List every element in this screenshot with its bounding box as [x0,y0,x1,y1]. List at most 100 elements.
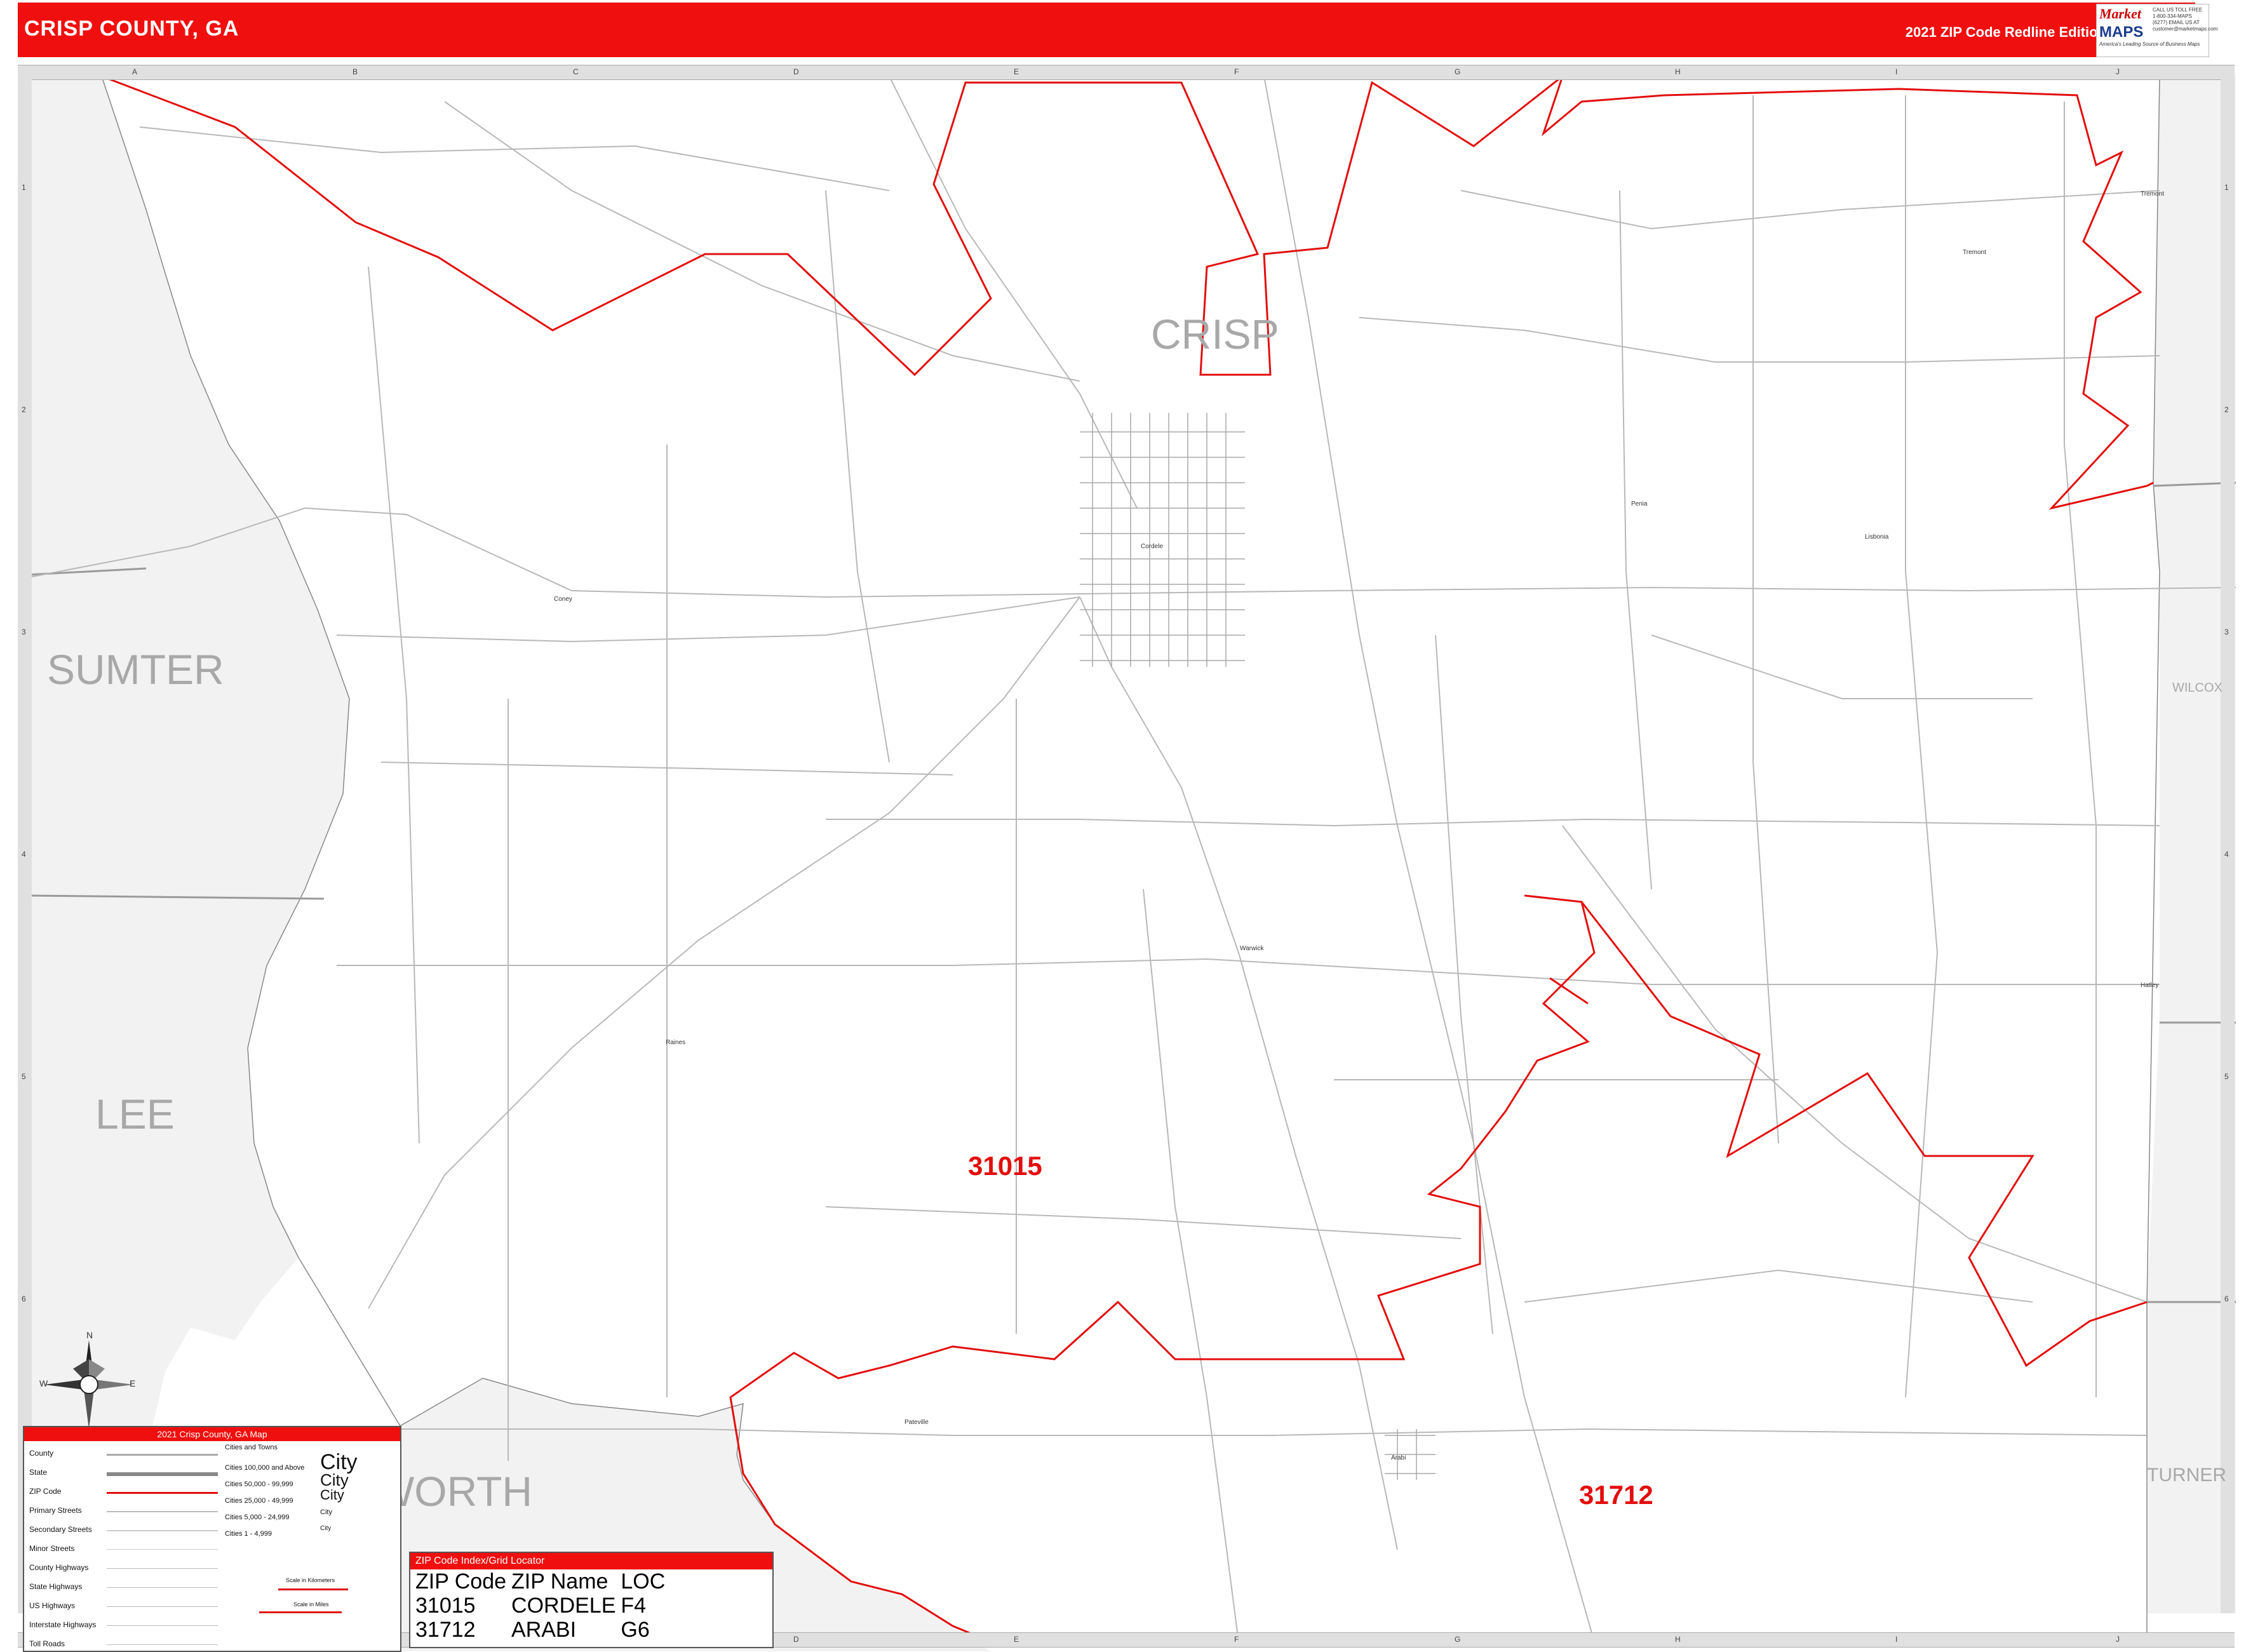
county-label-crisp: CRISP [1151,311,1279,358]
zip-index-name: ARABI [511,1618,577,1642]
grid-column-label: D [793,67,799,76]
grid-row-label: 1 [2224,183,2229,192]
zip-label-31712: 31712 [1579,1480,1653,1510]
legend-sym-zip [107,1492,218,1494]
legend-scale-km: Scale in Kilometers [286,1577,335,1583]
zip-index-row: 31712 ARABI G6 [413,1618,668,1642]
map-legend: 2021 Crisp County, GA Map County State Z… [23,1426,401,1652]
zip-index-grid: ZIP Code ZIP Name LOC 31015 CORDELE F4 3… [413,1569,668,1642]
grid-column-label: I [1895,1635,1898,1644]
zip-index-code: 31712 [415,1618,476,1642]
compass-n: N [86,1330,93,1340]
legend-county-hwy: County Highways [29,1563,89,1572]
compass-w: W [39,1378,48,1388]
place-tremont: Tremont [1963,249,1986,256]
legend-sym-secondary [107,1530,218,1531]
legend-class-1: Cities 100,000 and Above [225,1464,305,1472]
county-label-turner: TURNER [2147,1465,2226,1486]
place-penia: Penia [1631,500,1648,507]
grid-row-label: 4 [22,850,26,859]
legend-scalebar-km [278,1588,348,1590]
legend-scale-mi: Scale in Miles [293,1601,329,1608]
legend-sym-toll [107,1644,218,1645]
zip-index-header: ZIP Name [511,1569,609,1594]
crisp-county-area [100,76,2160,1642]
legend-sym-county-hwy [107,1568,218,1569]
grid-column-label: H [1675,67,1681,76]
legend-class-head: Cities and Towns [225,1444,278,1451]
grid-row-label: 3 [2224,628,2229,636]
place-tremont-east: Tremont [2141,191,2164,198]
place-pateville: Pateville [904,1419,929,1426]
legend-scalebar-mi [259,1611,342,1613]
zip-label-31015: 31015 [968,1151,1042,1181]
legend-state-hwy: State Highways [29,1582,83,1591]
grid-column-label: D [793,1635,799,1644]
legend-title: 2021 Crisp County, GA Map [24,1427,400,1441]
grid-column-label: F [1234,67,1239,76]
legend-sym-us-hwy [107,1606,218,1607]
grid-column-label: I [1895,67,1898,76]
zip-index-header-row: ZIP Code ZIP Name LOC [413,1569,668,1594]
zip-index-header: ZIP Code [415,1569,507,1594]
legend-sym-minor [107,1549,218,1550]
place-warwick: Warwick [1240,945,1264,952]
grid-row-label: 1 [22,183,26,192]
legend-class-5: Cities 1 - 4,999 [225,1530,272,1538]
zip-index-table: ZIP Code Index/Grid Locator ZIP Code ZIP… [409,1552,774,1648]
legend-us-hwy: US Highways [29,1601,76,1610]
legend-class-2: Cities 50,000 - 99,999 [225,1481,293,1488]
legend-class-4: Cities 5,000 - 24,999 [225,1514,290,1521]
legend-city-example-4: City [320,1508,332,1516]
legend-class-3: Cities 25,000 - 49,999 [225,1497,293,1505]
legend-sym-state-hwy [107,1587,218,1588]
grid-column-label: G [1455,1635,1461,1644]
grid-column-label: C [573,67,579,76]
legend-county: County [29,1449,54,1458]
legend-city-example-5: City [320,1525,332,1532]
grid-column-label: H [1675,1635,1681,1644]
left-grid-ruler: 1 2 3 4 5 6 [18,75,32,1613]
place-lisbonia: Lisbonia [1865,534,1889,541]
legend-sym-state [107,1472,218,1476]
county-label-sumter: SUMTER [47,646,224,693]
legend-zip: ZIP Code [29,1487,62,1496]
legend-state: State [29,1468,48,1477]
grid-column-label: E [1014,1635,1019,1644]
legend-primary: Primary Streets [29,1506,82,1515]
zip-index-title: ZIP Code Index/Grid Locator [410,1553,772,1569]
top-grid-ruler: A B C D E F G H I J [18,65,2235,80]
grid-column-label: F [1234,1635,1239,1644]
map-canvas[interactable] [0,0,2246,1651]
zip-index-row: 31015 CORDELE F4 [413,1594,668,1618]
zip-index-code: 31015 [415,1594,476,1618]
place-hatley: Hatley [2141,982,2159,989]
legend-secondary: Secondary Streets [29,1525,92,1534]
county-label-wilcox: WILCOX [2172,681,2222,695]
grid-row-label: 3 [22,628,26,636]
compass-e: E [130,1378,136,1388]
legend-sym-interstate [107,1625,218,1626]
zip-index-loc: G6 [621,1618,650,1642]
grid-column-label: E [1014,67,1019,76]
legend-sym-county [107,1454,218,1456]
zip-index-name: CORDELE [511,1594,616,1618]
place-arabi: Arabi [1391,1454,1406,1461]
grid-row-label: 6 [2224,1294,2229,1303]
place-coney: Coney [554,596,572,603]
zip-index-header: LOC [621,1569,666,1594]
grid-column-label: B [353,67,358,76]
grid-row-label: 2 [2224,405,2229,414]
legend-interstate: Interstate Highways [29,1620,97,1629]
grid-row-label: 5 [2224,1072,2229,1081]
grid-column-label: G [1455,67,1461,76]
legend-sym-primary [107,1511,218,1512]
grid-row-label: 4 [2224,850,2229,859]
grid-row-label: 6 [22,1294,26,1303]
zip-index-loc: F4 [621,1594,647,1618]
grid-column-label: J [2116,1635,2120,1644]
grid-column-label: J [2116,67,2120,76]
grid-row-label: 5 [22,1072,26,1081]
place-cordele: Cordele [1141,543,1164,550]
grid-column-label: A [132,67,138,76]
